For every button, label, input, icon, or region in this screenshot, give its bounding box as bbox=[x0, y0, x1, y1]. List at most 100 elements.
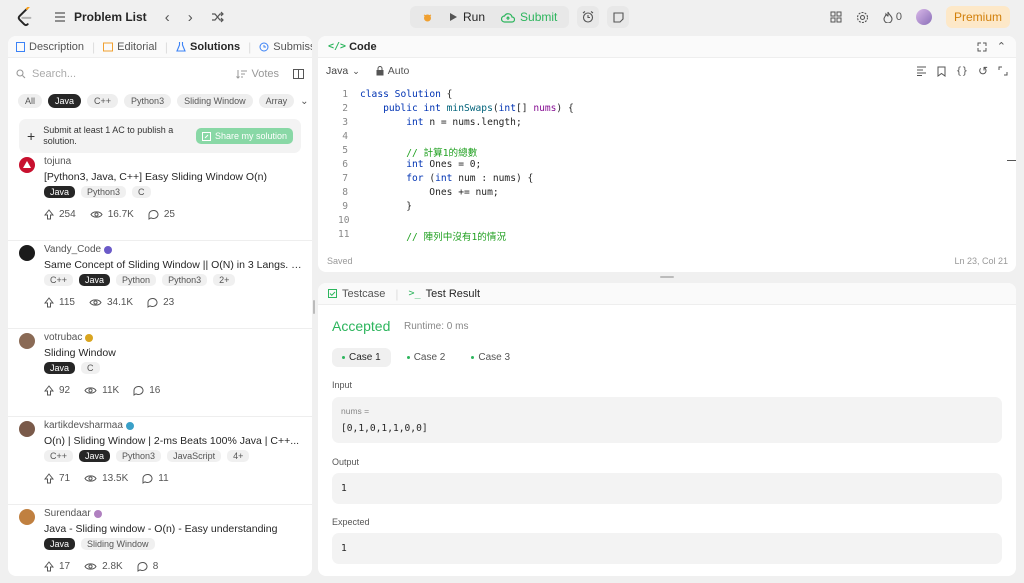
tab-editorial[interactable]: Editorial bbox=[103, 41, 157, 53]
post-author[interactable]: Vandy_Code bbox=[44, 244, 113, 255]
tab-solutions[interactable]: Solutions bbox=[176, 41, 240, 53]
right-toolbar: 0 Premium bbox=[830, 6, 1010, 28]
search-input[interactable]: Search... bbox=[16, 68, 236, 80]
case-tab-1[interactable]: Case 1 bbox=[332, 348, 391, 367]
avatar[interactable] bbox=[915, 9, 932, 25]
comments-stat[interactable]: 25 bbox=[148, 209, 175, 220]
comments-stat[interactable]: 16 bbox=[133, 385, 160, 396]
comments-stat[interactable]: 11 bbox=[142, 473, 169, 484]
upvote-stat[interactable]: 254 bbox=[44, 209, 76, 220]
run-submit-group: Run Submit bbox=[410, 6, 630, 28]
checkbox-icon bbox=[328, 289, 337, 298]
chevron-down-icon[interactable]: ⌄ bbox=[300, 96, 308, 107]
case-label: Case 1 bbox=[349, 352, 381, 363]
debug-button[interactable] bbox=[414, 6, 441, 28]
chevron-left-icon[interactable]: ‹ bbox=[165, 10, 170, 25]
case-tab-3[interactable]: Case 3 bbox=[461, 348, 520, 367]
vote-count: 17 bbox=[59, 561, 71, 572]
problem-list-label[interactable]: Problem List bbox=[74, 10, 147, 24]
chip-sliding-window[interactable]: Sliding Window bbox=[177, 94, 253, 108]
author-logo-icon bbox=[23, 161, 31, 168]
tab-testcase[interactable]: Testcase bbox=[328, 288, 385, 300]
format-icon[interactable] bbox=[916, 66, 927, 76]
auto-mode[interactable]: Auto bbox=[376, 65, 409, 77]
chip-python3[interactable]: Python3 bbox=[124, 94, 172, 108]
maximize-icon[interactable] bbox=[977, 42, 987, 52]
code-line: int Ones = 0; bbox=[406, 159, 482, 170]
post-tags: C++ Java Python Python3 2+ bbox=[44, 274, 236, 286]
chevron-up-icon[interactable]: ⌃ bbox=[997, 40, 1006, 53]
comment-icon bbox=[148, 209, 159, 220]
comments-stat[interactable]: 8 bbox=[137, 561, 158, 572]
bug-icon bbox=[423, 14, 432, 21]
layout-toggle-icon[interactable] bbox=[293, 69, 304, 79]
language-select[interactable]: Java ⌄ bbox=[326, 65, 360, 77]
premium-button[interactable]: Premium bbox=[945, 6, 1010, 28]
post-author[interactable]: Surendaar bbox=[44, 508, 102, 519]
sort-votes-button[interactable]: Votes bbox=[236, 68, 279, 80]
post-title[interactable]: Sliding Window bbox=[44, 347, 302, 359]
list-item[interactable]: tojuna [Python3, Java, C++] Easy Sliding… bbox=[8, 153, 312, 241]
post-author[interactable]: kartikdevsharmaa bbox=[44, 420, 134, 431]
view-count: 16.7K bbox=[107, 209, 134, 220]
post-author[interactable]: tojuna bbox=[44, 156, 71, 167]
leetcode-logo-icon[interactable] bbox=[16, 7, 34, 27]
upvote-stat[interactable]: 71 bbox=[44, 473, 70, 484]
comments-stat[interactable]: 23 bbox=[147, 297, 174, 308]
post-title[interactable]: Same Concept of Sliding Window || O(N) i… bbox=[44, 259, 302, 271]
submit-button[interactable]: Submit bbox=[493, 6, 565, 28]
post-title[interactable]: Java - Sliding window - O(n) - Easy unde… bbox=[44, 523, 302, 535]
post-author[interactable]: votrubac bbox=[44, 332, 94, 343]
save-status: Saved bbox=[327, 256, 353, 266]
scrollbar-marker[interactable] bbox=[1007, 160, 1016, 161]
run-button[interactable]: Run bbox=[441, 6, 493, 28]
horizontal-resize-handle[interactable] bbox=[660, 276, 674, 278]
shuffle-icon[interactable] bbox=[211, 11, 224, 23]
eye-icon bbox=[84, 563, 97, 570]
avatar[interactable] bbox=[19, 157, 35, 173]
case-tab-2[interactable]: Case 2 bbox=[397, 348, 456, 367]
vertical-resize-handle[interactable] bbox=[313, 300, 315, 314]
post-title[interactable]: [Python3, Java, C++] Easy Sliding Window… bbox=[44, 171, 302, 183]
tab-description[interactable]: Description bbox=[16, 41, 84, 53]
expected-box: 1 bbox=[332, 533, 1002, 564]
upvote-stat[interactable]: 115 bbox=[44, 297, 75, 308]
post-tags: Java Python3 C bbox=[44, 186, 151, 198]
layout-grid-icon[interactable] bbox=[830, 11, 842, 23]
fullscreen-icon[interactable] bbox=[998, 66, 1008, 76]
reset-icon[interactable]: ↺ bbox=[978, 64, 988, 78]
language-value: Java bbox=[326, 65, 349, 77]
tab-divider: | bbox=[92, 39, 96, 54]
braces-icon[interactable]: {} bbox=[956, 66, 968, 77]
avatar[interactable] bbox=[19, 245, 35, 261]
post-tag: Python3 bbox=[162, 274, 208, 286]
upvote-stat[interactable]: 17 bbox=[44, 561, 70, 572]
gear-icon[interactable] bbox=[856, 11, 869, 24]
list-item[interactable]: Surendaar Java - Sliding window - O(n) -… bbox=[8, 505, 312, 576]
post-title[interactable]: O(n) | Sliding Window | 2-ms Beats 100% … bbox=[44, 435, 302, 447]
list-item[interactable]: kartikdevsharmaa O(n) | Sliding Window |… bbox=[8, 417, 312, 505]
eye-icon bbox=[84, 475, 97, 482]
timer-button[interactable] bbox=[577, 6, 600, 28]
list-item[interactable]: votrubac Sliding Window Java C 92 11K 16 bbox=[8, 329, 312, 417]
bookmark-icon[interactable] bbox=[937, 66, 946, 77]
chip-array[interactable]: Array bbox=[258, 94, 295, 108]
streak-counter[interactable]: 0 bbox=[883, 11, 902, 23]
avatar[interactable] bbox=[19, 421, 35, 437]
tab-submissions[interactable]: Submissions bbox=[259, 41, 312, 53]
test-panel-header: Testcase | >_ Test Result bbox=[318, 283, 1016, 305]
notes-button[interactable] bbox=[607, 6, 630, 28]
chip-all[interactable]: All bbox=[18, 94, 43, 108]
chip-java[interactable]: Java bbox=[48, 94, 82, 108]
tab-test-result[interactable]: >_ Test Result bbox=[409, 288, 480, 300]
chevron-right-icon[interactable]: › bbox=[188, 10, 193, 25]
avatar[interactable] bbox=[19, 333, 35, 349]
tab-divider: | bbox=[248, 39, 252, 54]
list-item[interactable]: Vandy_Code Same Concept of Sliding Windo… bbox=[8, 241, 312, 329]
problem-list-nav[interactable]: Problem List ‹ › bbox=[54, 10, 224, 25]
upvote-stat[interactable]: 92 bbox=[44, 385, 70, 396]
avatar[interactable] bbox=[19, 509, 35, 525]
chip-cpp[interactable]: C++ bbox=[87, 94, 119, 108]
line-number: 7 bbox=[342, 173, 348, 184]
share-solution-button[interactable]: Share my solution bbox=[195, 128, 293, 144]
